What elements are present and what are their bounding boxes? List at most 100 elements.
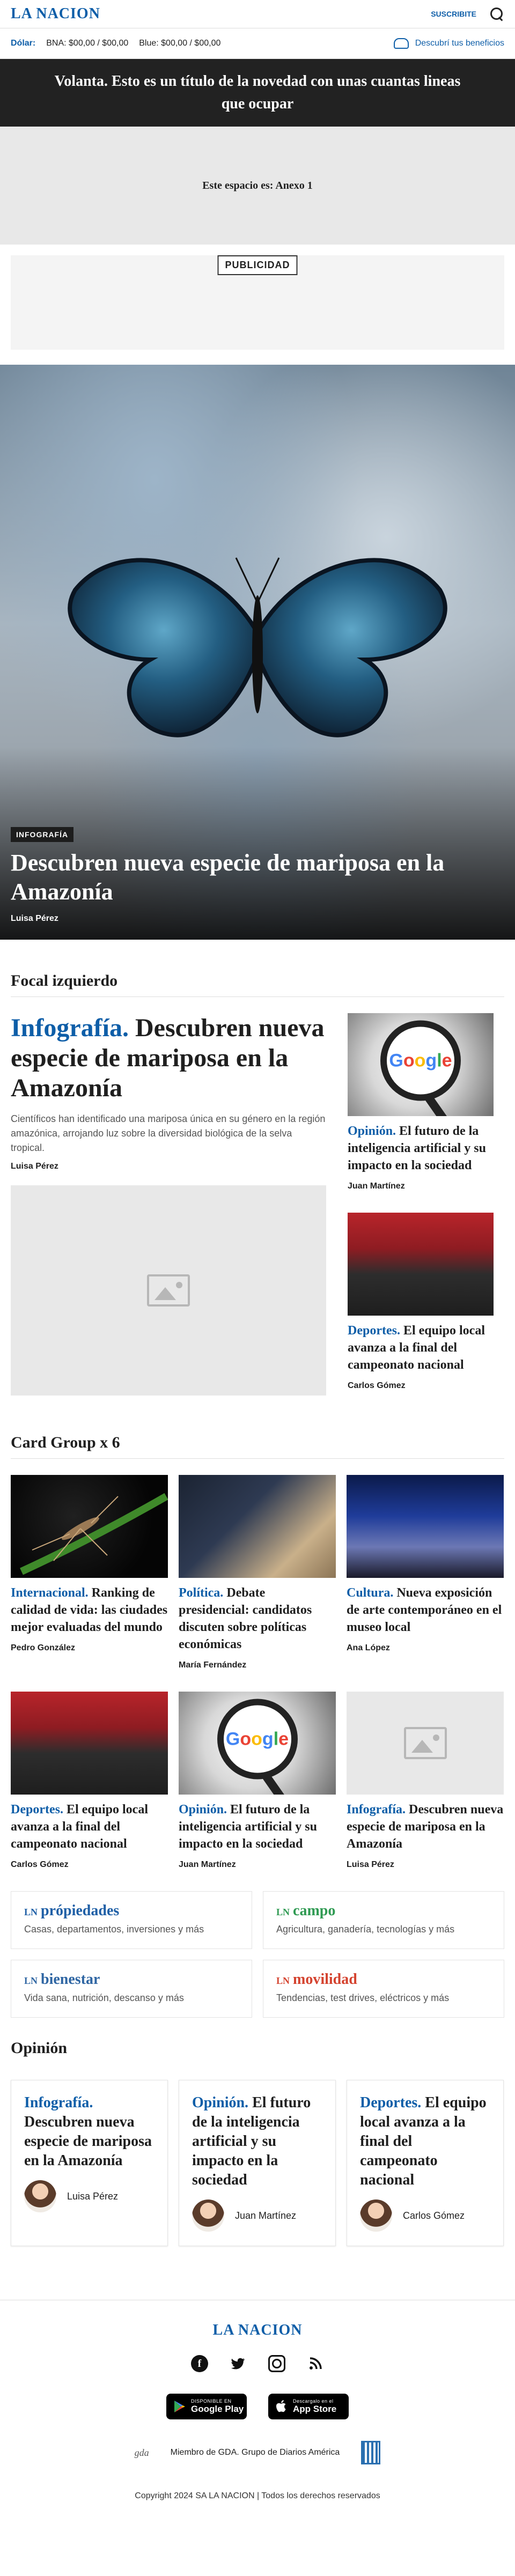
focal-main-image-placeholder[interactable] [11,1185,326,1396]
card-kicker: Política. [179,1586,224,1600]
card-kicker: Internacional. [11,1586,89,1600]
hero-article[interactable]: INFOGRAFÍA Descubren nueva especie de ma… [0,365,515,940]
apple-icon [276,2400,286,2412]
card-author[interactable]: Carlos Gómez [11,1860,168,1870]
opinion-section-header: Opinión [11,2018,504,2064]
card-title[interactable]: Internacional. Ranking de calidad de vid… [11,1584,168,1636]
news-card[interactable]: Política. Debate presidencial: candidato… [179,1475,336,1670]
news-card[interactable]: Internacional. Ranking de calidad de vid… [11,1475,168,1670]
card-title[interactable]: Cultura. Nueva exposición de arte contem… [347,1584,504,1636]
vertical-campo[interactable]: LN campo Agricultura, ganadería, tecnolog… [263,1891,504,1949]
card-author[interactable]: María Fernández [179,1660,336,1670]
search-icon[interactable] [489,6,504,21]
card-author[interactable]: Luisa Pérez [347,1860,504,1870]
focal-side-author[interactable]: Juan Martínez [348,1182,494,1191]
opinion-card[interactable]: Deportes. El equipo local avanza a la fi… [347,2080,504,2246]
hero-content: INFOGRAFÍA Descubren nueva especie de ma… [11,827,504,924]
gda-row: gda Miembro de GDA. Grupo de Diarios Amé… [0,2441,515,2464]
card-title[interactable]: Infografía. Descubren nueva especie de m… [347,1801,504,1852]
opinion-author-row[interactable]: Luisa Pérez [24,2180,154,2212]
ad-box[interactable]: PUBLICIDAD [11,255,504,350]
opinion-title[interactable]: Opinión. El futuro de la inteligencia ar… [192,2093,322,2190]
vertical-propiedades[interactable]: LN própiedades Casas, departamentos, inve… [11,1891,252,1949]
subscribe-link[interactable]: SUSCRIBITE [431,10,476,18]
vertical-movilidad[interactable]: LN movilidad Tendencias, test drives, elé… [263,1960,504,2018]
ln-logo: LN [276,1975,290,1986]
focal-side-author[interactable]: Carlos Gómez [348,1381,494,1391]
stadium-image[interactable] [348,1213,494,1316]
focal-main-article[interactable]: Infografía. Descubren nueva especie de m… [11,1013,326,1412]
hero-author[interactable]: Luisa Pérez [11,914,504,924]
opinion-title[interactable]: Deportes. El equipo local avanza a la fi… [360,2093,490,2190]
opinion-card[interactable]: Infografía. Descubren nueva especie de m… [11,2080,168,2246]
card-image-placeholder[interactable] [347,1692,504,1795]
dolar-rates: Dólar: BNA: $00,00 / $00,00 Blue: $00,00… [11,39,220,48]
footer-logo[interactable]: LA NACION [0,2322,515,2339]
opinion-author-row[interactable]: Juan Martínez [192,2199,322,2232]
anexo-space: Este espacio es: Anexo 1 [0,127,515,245]
opinion-author-row[interactable]: Carlos Gómez [360,2199,490,2232]
opinion-card[interactable]: Opinión. El futuro de la inteligencia ar… [179,2080,336,2246]
card-author[interactable]: Pedro González [11,1643,168,1653]
focal-section-header: Focal izquierdo [11,940,504,997]
twitter-icon[interactable] [230,2355,247,2372]
card-kicker: Infografía. [347,1803,406,1817]
politics-image[interactable] [179,1475,336,1578]
google-image[interactable]: Google [348,1013,494,1116]
focal-side-articles: Google Opinión. El futuro de la intelige… [348,1013,494,1412]
card-kicker: Opinión. [179,1803,227,1817]
focal-side-kicker: Deportes. [348,1324,400,1338]
vertical-name: LN própiedades [24,1902,239,1920]
google-image[interactable]: Google [179,1692,336,1795]
app-store-small: Descargalo en el [293,2398,334,2404]
magnifier-icon: Google [380,1020,461,1101]
hero-category-badge[interactable]: INFOGRAFÍA [11,827,74,842]
google-play-badge[interactable]: DISPONIBLE EN Google Play [166,2394,247,2419]
card-author[interactable]: Juan Martínez [179,1860,336,1870]
culture-image[interactable] [347,1475,504,1578]
hero-title[interactable]: Descubren nueva especie de mariposa en l… [11,848,504,906]
stadium-image[interactable] [11,1692,168,1795]
news-card[interactable]: Infografía. Descubren nueva especie de m… [347,1692,504,1870]
site-header: LA NACION SUSCRIBITE [0,0,515,28]
focal-side-card[interactable]: Deportes. El equipo local avanza a la fi… [348,1213,494,1391]
gda-text: Miembro de GDA. Grupo de Diarios América [170,2448,340,2457]
card-author[interactable]: Ana López [347,1643,504,1653]
vertical-name-text: movilidad [293,1971,357,1988]
mosquito-image[interactable] [11,1475,168,1578]
focal-main-author[interactable]: Luisa Pérez [11,1162,326,1171]
volanta-banner[interactable]: Volanta. Esto es un título de la novedad… [0,59,515,127]
avatar [24,2180,56,2212]
focal-side-title[interactable]: Deportes. El equipo local avanza a la fi… [348,1322,494,1374]
focal-main-title[interactable]: Infografía. Descubren nueva especie de m… [11,1013,326,1103]
card-title[interactable]: Opinión. El futuro de la inteligencia ar… [179,1801,336,1852]
app-store-badge[interactable]: Descargalo en el App Store [268,2394,349,2419]
card-title[interactable]: Deportes. El equipo local avanza a la fi… [11,1801,168,1852]
news-card[interactable]: Deportes. El equipo local avanza a la fi… [11,1692,168,1870]
image-placeholder-icon [403,1727,447,1759]
facebook-icon[interactable]: f [191,2355,208,2372]
site-logo[interactable]: LA NACION [11,5,100,23]
dolar-bar: Dólar: BNA: $00,00 / $00,00 Blue: $00,00… [0,28,515,59]
gda-logo[interactable]: gda [135,2447,149,2459]
rss-icon[interactable] [307,2355,324,2372]
card-kicker: Deportes. [11,1803,63,1817]
vertical-description: Casas, departamentos, inversiones y más [24,1924,204,1935]
vertical-description: Tendencias, test drives, eléctricos y má… [276,1992,450,2003]
news-card[interactable]: Google Opinión. El futuro de la intelige… [179,1692,336,1870]
avatar [360,2199,392,2232]
focal-side-title[interactable]: Opinión. El futuro de la inteligencia ar… [348,1123,494,1174]
opinion-grid: Infografía. Descubren nueva especie de m… [0,2064,515,2246]
vertical-name: LN bienestar [24,1971,239,1988]
image-placeholder-icon [147,1274,190,1307]
opinion-kicker: Deportes. [360,2094,422,2111]
benefits-link[interactable]: Descubrí tus beneficios [393,38,504,49]
instagram-icon[interactable] [268,2355,285,2372]
card-title[interactable]: Política. Debate presidencial: candidato… [179,1584,336,1653]
vertical-bienestar[interactable]: LN bienestar Vida sana, nutrición, descan… [11,1960,252,2018]
focal-side-card[interactable]: Google Opinión. El futuro de la intelige… [348,1013,494,1191]
verticals-grid: LN própiedades Casas, departamentos, inve… [0,1870,515,2018]
news-card[interactable]: Cultura. Nueva exposición de arte contem… [347,1475,504,1670]
opinion-title[interactable]: Infografía. Descubren nueva especie de m… [24,2093,154,2171]
qr-code-icon[interactable] [361,2441,381,2464]
